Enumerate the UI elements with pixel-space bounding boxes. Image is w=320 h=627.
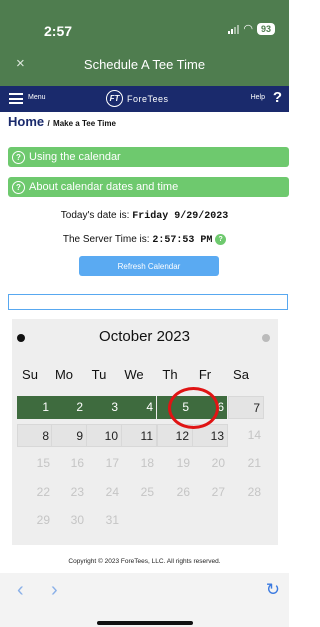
todays-date-value: Friday 9/29/2023 bbox=[132, 211, 229, 222]
status-icons: ◠ 93 bbox=[228, 22, 275, 35]
calendar-day-10[interactable]: 10 bbox=[86, 424, 122, 447]
app-bar: Menu FT ForeTees Help ? bbox=[0, 86, 289, 112]
weekday-label: Fr bbox=[198, 367, 212, 382]
battery-icon: 93 bbox=[256, 22, 275, 35]
calendar-day-17: 17 bbox=[105, 456, 119, 470]
home-indicator bbox=[97, 621, 193, 625]
help-label[interactable]: Help bbox=[251, 94, 265, 101]
calendar-day-4[interactable]: 4 bbox=[121, 396, 157, 419]
server-time-help-icon[interactable]: ? bbox=[215, 234, 227, 245]
calendar-day-19: 19 bbox=[176, 456, 190, 470]
calendar-day-7[interactable]: 7 bbox=[228, 396, 264, 419]
weekday-label: We bbox=[124, 367, 144, 382]
calendar-day-16: 16 bbox=[70, 456, 84, 470]
breadcrumb-home-link[interactable]: Home bbox=[8, 114, 44, 129]
calendar-day-22: 22 bbox=[36, 485, 50, 499]
copyright: Copyright © 2023 ForeTees, LLC. All righ… bbox=[68, 558, 221, 565]
highlight-circle bbox=[168, 387, 219, 429]
calendar-month: October 2023 bbox=[99, 328, 190, 345]
calendar-day-8[interactable]: 8 bbox=[17, 424, 53, 447]
logo-text: ForeTees bbox=[127, 93, 169, 104]
calendar-day-21: 21 bbox=[247, 456, 261, 470]
weekday-label: Sa bbox=[233, 367, 249, 382]
calendar-day-11[interactable]: 11 bbox=[121, 424, 157, 447]
help-icon[interactable]: ? bbox=[273, 89, 282, 106]
question-icon: ? bbox=[12, 150, 25, 164]
using-calendar-label: Using the calendar bbox=[29, 151, 121, 163]
weekday-label: Su bbox=[22, 367, 38, 382]
calendar-day-9[interactable]: 9 bbox=[51, 424, 87, 447]
calendar-day-15: 15 bbox=[36, 456, 50, 470]
back-icon[interactable]: ‹ bbox=[17, 579, 24, 602]
reload-icon[interactable]: ↻ bbox=[266, 580, 280, 600]
todays-date-line: Today's date is: Friday 9/29/2023 bbox=[0, 210, 289, 222]
status-time: 2:57 bbox=[44, 23, 73, 39]
calendar-day-27: 27 bbox=[211, 485, 225, 499]
calendar-day-28: 28 bbox=[247, 485, 261, 499]
calendar-day-20: 20 bbox=[211, 456, 225, 470]
weekday-label: Th bbox=[162, 367, 178, 382]
calendar-day-30: 30 bbox=[70, 513, 84, 527]
browser-toolbar bbox=[0, 573, 289, 627]
wifi-icon: ◠ bbox=[243, 23, 253, 35]
refresh-calendar-button[interactable]: Refresh Calendar bbox=[79, 256, 219, 276]
next-month-icon[interactable] bbox=[262, 334, 270, 342]
logo-mark: FT bbox=[106, 90, 123, 107]
calendar-day-2[interactable]: 2 bbox=[51, 396, 87, 419]
calendar-day-23: 23 bbox=[70, 485, 84, 499]
question-icon: ? bbox=[12, 180, 25, 194]
calendar-day-25: 25 bbox=[140, 485, 154, 499]
forward-icon[interactable]: › bbox=[51, 579, 58, 602]
calendar-day-18: 18 bbox=[140, 456, 154, 470]
message-field[interactable] bbox=[8, 294, 288, 310]
calendar-day-1[interactable]: 1 bbox=[17, 396, 53, 419]
weekday-label: Tu bbox=[91, 367, 107, 382]
calendar-day-29: 29 bbox=[36, 513, 50, 527]
app-header: 2:57 ◠ 93 × Schedule A Tee Time bbox=[0, 0, 289, 86]
calendar-day-14: 14 bbox=[247, 428, 261, 442]
foretees-logo: FT ForeTees bbox=[106, 90, 169, 107]
server-time-line: The Server Time is: 2:57:53 PM ? bbox=[0, 234, 289, 246]
about-dates-label: About calendar dates and time bbox=[29, 181, 179, 193]
server-time-value: 2:57:53 PM bbox=[152, 235, 213, 247]
server-time-label: The Server Time is: bbox=[62, 234, 150, 246]
breadcrumb-current: Make a Tee Time bbox=[53, 119, 116, 128]
calendar-day-26: 26 bbox=[176, 485, 190, 499]
weekday-label: Mo bbox=[54, 367, 74, 382]
about-dates-bar[interactable]: ? About calendar dates and time bbox=[8, 177, 289, 197]
using-calendar-bar[interactable]: ? Using the calendar bbox=[8, 147, 289, 167]
calendar-day-31: 31 bbox=[105, 513, 119, 527]
signal-icon bbox=[228, 24, 240, 34]
calendar-day-3[interactable]: 3 bbox=[86, 396, 122, 419]
breadcrumb-separator: / bbox=[47, 119, 50, 128]
menu-label[interactable]: Menu bbox=[28, 94, 46, 101]
calendar-day-24: 24 bbox=[105, 485, 119, 499]
menu-icon[interactable] bbox=[9, 93, 23, 104]
breadcrumb: Home / Make a Tee Time bbox=[8, 114, 116, 129]
page-title: Schedule A Tee Time bbox=[83, 57, 206, 72]
todays-date-label: Today's date is: bbox=[60, 210, 130, 221]
